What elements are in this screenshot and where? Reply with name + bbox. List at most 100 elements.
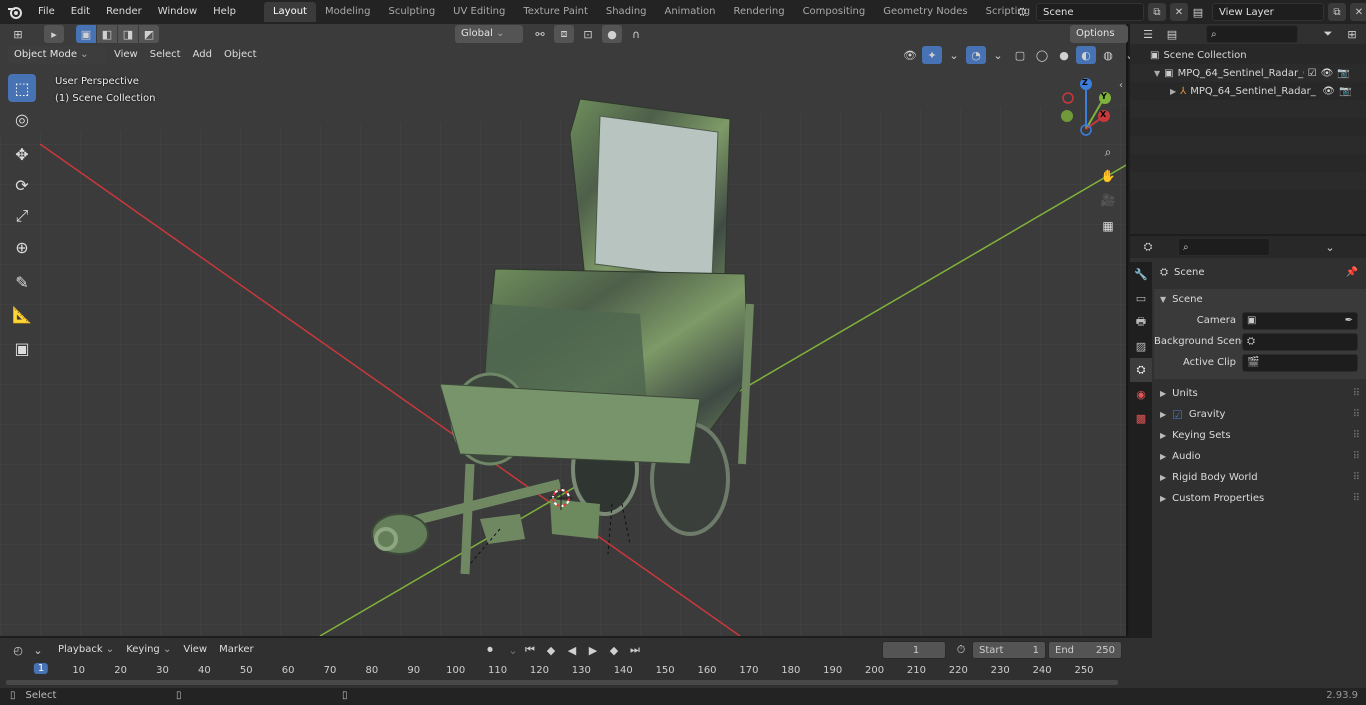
display-mode-icon[interactable]: ▤	[1162, 25, 1182, 43]
camera-view-icon[interactable]: 🎥	[1097, 189, 1119, 211]
workspace-tab-rendering[interactable]: Rendering	[724, 2, 793, 22]
snap-target-icon[interactable]: ⊡	[578, 25, 598, 43]
menu-window[interactable]: Window	[150, 0, 205, 24]
play-icon[interactable]: ▶	[583, 641, 603, 659]
expand-arrow-icon[interactable]: ▶	[1160, 410, 1166, 419]
gravity-checkbox[interactable]: ☑	[1172, 408, 1183, 422]
workspace-tab-shading[interactable]: Shading	[597, 2, 656, 22]
blender-logo-icon[interactable]	[0, 0, 30, 24]
timeline-menu-keying[interactable]: Keying	[120, 641, 177, 659]
transform-tool-icon[interactable]: ⊕	[8, 233, 36, 261]
add-cube-tool-icon[interactable]: ▣	[8, 334, 36, 362]
new-view-layer-icon[interactable]: ⧉	[1328, 3, 1346, 21]
eyedropper-icon[interactable]: ✒	[1345, 315, 1353, 326]
options-dropdown[interactable]: Options	[1070, 25, 1128, 43]
filter-icon[interactable]: ⏷	[1318, 25, 1338, 43]
select-box-tool-icon[interactable]: ⬚	[8, 74, 36, 102]
start-frame-field[interactable]: Start 1	[972, 641, 1046, 659]
perspective-grid-icon[interactable]: ▦	[1097, 215, 1119, 237]
background-scene-field[interactable]: ⛭	[1242, 332, 1358, 351]
camera-field[interactable]: ▣ ✒	[1242, 311, 1358, 330]
move-tool-icon[interactable]: ✥	[8, 140, 36, 168]
outliner-row-object[interactable]: ▶ ⅄ MPQ_64_Sentinel_Radar_ 👁 📷	[1130, 82, 1366, 100]
prev-keyframe-icon[interactable]: ◆	[541, 641, 561, 659]
outliner-row-scene-collection[interactable]: ▣ Scene Collection	[1130, 46, 1366, 64]
expand-arrow-icon[interactable]: ▶	[1160, 389, 1166, 398]
workspace-tab-animation[interactable]: Animation	[656, 2, 725, 22]
expand-arrow-icon[interactable]: ▶	[1160, 494, 1166, 503]
scene-section-header[interactable]: ▼ Scene	[1154, 289, 1366, 310]
new-collection-icon[interactable]: ⊞	[1342, 25, 1362, 43]
drag-handle-icon[interactable]: ⠿	[1353, 472, 1360, 483]
play-reverse-icon[interactable]: ◀	[562, 641, 582, 659]
transform-orientation-dropdown[interactable]: Global	[455, 25, 523, 43]
panel-audio[interactable]: ▶ Audio ⠿	[1154, 446, 1366, 467]
eye-icon[interactable]: 👁	[1322, 86, 1335, 97]
solid-shading-icon[interactable]: ●	[1054, 46, 1074, 64]
properties-options-icon[interactable]: ⌄	[1320, 238, 1340, 256]
tool-tab-icon[interactable]: 🔧	[1130, 262, 1152, 286]
drag-handle-icon[interactable]: ⠿	[1353, 451, 1360, 462]
current-frame-field[interactable]: 1	[882, 641, 946, 659]
view-layer-tab-icon[interactable]: ▨	[1130, 334, 1152, 358]
pan-hand-icon[interactable]: ✋	[1097, 165, 1119, 187]
menu-help[interactable]: Help	[205, 0, 244, 24]
current-frame-marker[interactable]: 1	[33, 663, 49, 674]
outliner-row-collection[interactable]: ▼ ▣ MPQ_64_Sentinel_Radar_Gre ☑ 👁 📷	[1130, 64, 1366, 82]
jump-start-icon[interactable]: ⏮	[520, 641, 540, 659]
3d-viewport[interactable]: Z Y X User Perspective (1) Scene Collect…	[0, 24, 1128, 636]
active-clip-field[interactable]: 🎬	[1242, 353, 1358, 372]
editor-dropdown-icon[interactable]: ⌄	[28, 641, 48, 659]
visibility-icon[interactable]: 👁	[900, 46, 920, 64]
scene-tab-icon[interactable]: ⛭	[1130, 358, 1152, 382]
expand-arrow-icon[interactable]: ▶	[1160, 452, 1166, 461]
timeline-editor-type-icon[interactable]: ◴	[8, 641, 28, 659]
timeline-menu-view[interactable]: View	[177, 641, 213, 659]
zoom-icon[interactable]: ⌕	[1097, 141, 1119, 163]
timeline-menu-playback[interactable]: Playback	[52, 641, 120, 659]
view-layer-browse-icon[interactable]: ▤	[1188, 3, 1208, 21]
drag-handle-icon[interactable]: ⠿	[1353, 493, 1360, 504]
expand-arrow-icon[interactable]: ▼	[1154, 69, 1160, 78]
new-scene-icon[interactable]: ⧉	[1148, 3, 1166, 21]
overlay-toggle-icon[interactable]: ◔	[966, 46, 986, 64]
panel-keying-sets[interactable]: ▶ Keying Sets ⠿	[1154, 425, 1366, 446]
scene-name-field[interactable]: Scene	[1036, 3, 1144, 21]
panel-units[interactable]: ▶ Units ⠿	[1154, 383, 1366, 404]
viewport-menu-object[interactable]: Object	[218, 46, 263, 64]
falloff-icon[interactable]: ∩	[626, 25, 646, 43]
delete-scene-icon[interactable]: ✕	[1170, 3, 1188, 21]
select-mode-icon[interactable]: ▸	[44, 25, 64, 43]
cursor-tool-icon[interactable]: ◎	[8, 105, 36, 133]
properties-editor-type-icon[interactable]: ⛭	[1138, 238, 1158, 256]
expand-arrow-icon[interactable]: ▼	[1160, 295, 1166, 304]
gizmo-dropdown-icon[interactable]: ⌄	[944, 46, 964, 64]
camera-icon[interactable]: 📷	[1337, 68, 1349, 79]
scale-tool-icon[interactable]: ⤢	[8, 202, 36, 230]
world-tab-icon[interactable]: ◉	[1130, 382, 1152, 406]
expand-arrow-icon[interactable]: ▶	[1160, 431, 1166, 440]
checkbox-icon[interactable]: ☑	[1308, 68, 1317, 79]
output-tab-icon[interactable]: 🖶	[1130, 310, 1152, 334]
workspace-tab-texture-paint[interactable]: Texture Paint	[514, 2, 597, 22]
mode-subtract-icon[interactable]: ◨	[118, 25, 138, 43]
material-shading-icon[interactable]: ◐	[1076, 46, 1096, 64]
object-mode-dropdown[interactable]: Object Mode	[8, 46, 106, 64]
stopwatch-icon[interactable]: ⏱	[951, 641, 971, 659]
workspace-tab-geometry-nodes[interactable]: Geometry Nodes	[874, 2, 976, 22]
camera-icon[interactable]: 📷	[1339, 86, 1351, 97]
xray-icon[interactable]: ▢	[1010, 46, 1030, 64]
workspace-tab-uv-editing[interactable]: UV Editing	[444, 2, 514, 22]
end-frame-field[interactable]: End 250	[1048, 641, 1122, 659]
drag-handle-icon[interactable]: ⠿	[1353, 409, 1360, 420]
expand-arrow-icon[interactable]: ▶	[1170, 87, 1176, 96]
menu-edit[interactable]: Edit	[63, 0, 98, 24]
outliner-search-field[interactable]: ⌕	[1206, 25, 1298, 43]
render-tab-icon[interactable]: ▭	[1130, 286, 1152, 310]
overlay-dropdown-icon[interactable]: ⌄	[988, 46, 1008, 64]
annotate-tool-icon[interactable]: ✎	[8, 268, 36, 296]
editor-type-icon[interactable]: ⊞	[8, 25, 28, 43]
workspace-tab-modeling[interactable]: Modeling	[316, 2, 380, 22]
mode-set-icon[interactable]: ▣	[76, 25, 96, 43]
jump-end-icon[interactable]: ⏭	[625, 641, 645, 659]
